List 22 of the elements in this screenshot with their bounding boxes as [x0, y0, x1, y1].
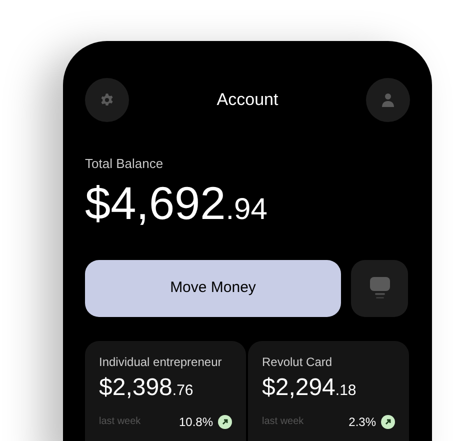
- card-stack-icon: [370, 277, 390, 299]
- period-label: last week: [262, 415, 304, 429]
- change-percent: 10.8%: [178, 414, 213, 430]
- card-button[interactable]: [351, 260, 408, 316]
- trend-up-icon: [381, 414, 395, 428]
- account-card[interactable]: Revolut Card $2,294.18 last week 2.3%: [248, 340, 409, 441]
- account-amount: $2,398.76: [99, 376, 194, 400]
- screen-title: Account: [216, 89, 278, 112]
- account-name: Revolut Card: [262, 354, 334, 370]
- person-icon: [382, 93, 394, 107]
- move-money-button[interactable]: Move Money: [85, 260, 341, 316]
- account-amount: $2,294.18: [262, 376, 358, 400]
- balance-amount: $4,692.94: [85, 180, 268, 226]
- change-percent: 2.3%: [348, 414, 376, 430]
- account-name: Individual entrepreneur: [99, 354, 223, 370]
- settings-button[interactable]: [85, 78, 129, 122]
- profile-button[interactable]: [366, 78, 410, 122]
- settings-icon: [100, 93, 114, 107]
- balance-label: Total Balance: [85, 155, 164, 173]
- account-card[interactable]: Individual entrepreneur $2,398.76 last week 10.8%: [85, 340, 246, 441]
- period-label: last week: [99, 415, 141, 429]
- trend-up-icon: [218, 414, 232, 428]
